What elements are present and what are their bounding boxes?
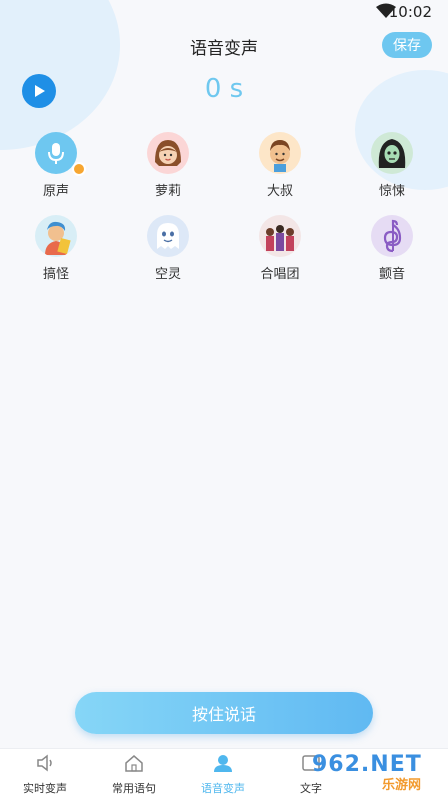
effect-label: 大叔 xyxy=(266,184,293,199)
effect-vibrato[interactable]: 颤音 xyxy=(347,215,437,282)
home-icon xyxy=(125,755,143,772)
effect-funny[interactable]: 搞怪 xyxy=(11,215,101,282)
selected-check-icon xyxy=(72,162,86,176)
tab-common-phrases[interactable]: 常用语句 xyxy=(89,753,179,796)
voice-user-icon xyxy=(214,755,232,772)
status-bar: 10:02 xyxy=(0,0,448,24)
save-button[interactable]: 保存 xyxy=(382,32,432,58)
effect-label: 空灵 xyxy=(154,267,181,282)
funny-avatar-icon xyxy=(35,215,77,257)
tab-label: 常用语句 xyxy=(112,782,156,795)
microphone-icon xyxy=(35,132,77,174)
effect-original[interactable]: 原声 xyxy=(11,132,101,199)
effect-horror[interactable]: 惊悚 xyxy=(347,132,437,199)
effect-ethereal[interactable]: 空灵 xyxy=(123,215,213,282)
tab-voice-change[interactable]: 语音变声 xyxy=(178,753,268,796)
treble-clef-icon xyxy=(371,215,413,257)
effect-loli[interactable]: 萝莉 xyxy=(123,132,213,199)
voice-changer-screen: 10:02 语音变声 保存 0 s 原声 萝莉 大叔 惊悚 搞怪 空灵 合唱团 … xyxy=(0,0,448,796)
choir-icon xyxy=(259,215,301,257)
tab-label: 实时变声 xyxy=(23,782,67,795)
status-time: 10:02 xyxy=(388,3,432,21)
effect-choir[interactable]: 合唱团 xyxy=(235,215,325,282)
zombie-avatar-icon xyxy=(371,132,413,174)
ghost-icon xyxy=(147,215,189,257)
tab-label: 语音变声 xyxy=(201,782,245,795)
effect-label: 颤音 xyxy=(378,267,405,282)
effect-label: 惊悚 xyxy=(378,184,405,199)
effect-uncle[interactable]: 大叔 xyxy=(235,132,325,199)
effect-label: 萝莉 xyxy=(154,184,181,199)
tab-realtime-voice[interactable]: 实时变声 xyxy=(0,753,90,796)
girl-avatar-icon xyxy=(147,132,189,174)
effect-label: 搞怪 xyxy=(42,267,69,282)
uncle-avatar-icon xyxy=(259,132,301,174)
speaker-icon xyxy=(37,754,52,772)
recording-duration: 0 s xyxy=(204,74,244,104)
hold-to-talk-button[interactable]: 按住说话 xyxy=(75,692,373,734)
effect-label: 原声 xyxy=(42,184,69,199)
watermark-site-name: 乐游网 xyxy=(382,778,422,793)
header: 语音变声 保存 xyxy=(0,28,448,64)
watermark-logo: 962.NET 乐游网 xyxy=(312,752,442,793)
page-title: 语音变声 xyxy=(190,39,258,59)
effect-label: 合唱团 xyxy=(260,267,300,282)
